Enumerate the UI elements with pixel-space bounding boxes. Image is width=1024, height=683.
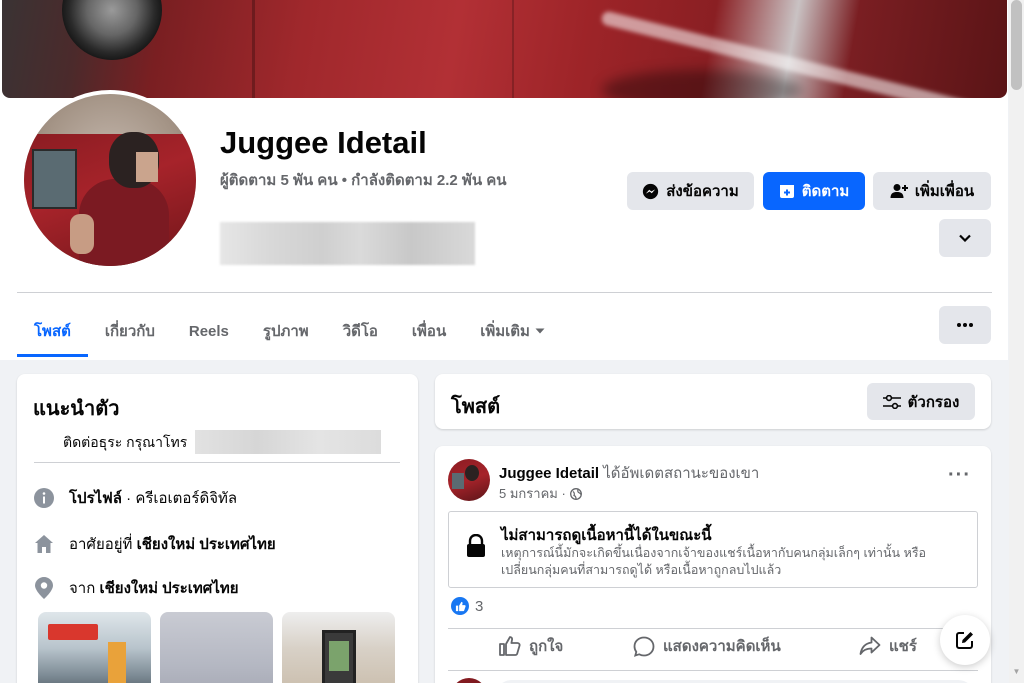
globe-icon: [569, 487, 582, 500]
posts-title: โพสต์: [451, 396, 501, 418]
more-options-button[interactable]: [939, 306, 991, 344]
featured-photo-2[interactable]: [160, 612, 273, 683]
filter-sliders-icon: [882, 394, 901, 409]
follow-button[interactable]: ติดตาม: [763, 172, 865, 210]
share-button[interactable]: แชร์: [859, 634, 917, 658]
content-unavailable-box: ไม่สามารถดูเนื้อหานี้ได้ในขณะนี้ เหตุการ…: [448, 511, 978, 588]
cover-photo[interactable]: [2, 0, 1007, 98]
post-author-line: Juggee Idetail ได้อัพเดตสถานะของเขา: [499, 465, 760, 482]
post-more-options-icon[interactable]: ···: [948, 464, 971, 487]
profile-tabs: โพสต์ เกี่ยวกับ Reels รูปภาพ วิดีโอ เพื่…: [17, 305, 562, 357]
caret-down-icon: [535, 328, 545, 334]
comment-button[interactable]: แสดงความคิดเห็น: [633, 634, 781, 658]
tab-friends[interactable]: เพื่อน: [395, 305, 463, 357]
like-button[interactable]: ถูกใจ: [499, 634, 563, 658]
intro-card: แนะนำตัว ติดต่อธุระ กรุณาโทร โปรไฟล์ · ค…: [17, 374, 418, 683]
intro-profile-row: โปรไฟล์ · ครีเอเตอร์ดิจิทัล: [33, 486, 237, 510]
unavailable-title: ไม่สามารถดูเนื้อหานี้ได้ในขณะนี้: [501, 527, 712, 544]
tab-about[interactable]: เกี่ยวกับ: [88, 305, 172, 357]
comment-bubble-icon: [633, 636, 655, 657]
tab-photos[interactable]: รูปภาพ: [246, 305, 326, 357]
compose-edit-icon: [956, 632, 973, 649]
header-divider: [17, 292, 992, 293]
post-card: Juggee Idetail ได้อัพเดตสถานะของเขา 5 มก…: [435, 446, 991, 683]
post-date[interactable]: 5 มกราคม ·: [499, 483, 582, 504]
add-friend-button[interactable]: เพิ่มเพื่อน: [873, 172, 991, 210]
scroll-down-arrow-icon[interactable]: ▼: [1011, 666, 1022, 678]
next-post-avatar: [451, 678, 487, 683]
featured-photo-3[interactable]: [282, 612, 395, 683]
tab-reels[interactable]: Reels: [172, 305, 246, 357]
intro-from-row: จาก เชียงใหม่ ประเทศไทย: [33, 576, 239, 600]
lock-icon: [467, 534, 485, 557]
info-icon: [33, 487, 55, 509]
compose-message-button[interactable]: [940, 615, 990, 665]
scrollbar-thumb[interactable]: [1011, 0, 1022, 90]
expand-button[interactable]: [939, 219, 991, 257]
intro-title: แนะนำตัว: [33, 398, 120, 420]
thumbs-up-icon: [499, 636, 521, 656]
page-scrollbar[interactable]: [1009, 0, 1024, 683]
messenger-icon: [643, 183, 659, 199]
tab-videos[interactable]: วิดีโอ: [326, 305, 395, 357]
intro-contact: ติดต่อธุระ กรุณาโทร: [63, 434, 188, 450]
featured-photo-1[interactable]: [38, 612, 151, 683]
blurred-bio: [220, 222, 475, 265]
more-dots-icon: [957, 323, 973, 327]
message-button[interactable]: ส่งข้อความ: [627, 172, 754, 210]
home-icon: [33, 533, 55, 555]
add-friend-icon: [890, 184, 908, 198]
profile-name: Juggee Idetail: [220, 125, 427, 160]
blurred-phone: [195, 430, 381, 454]
tab-more[interactable]: เพิ่มเติม: [463, 305, 562, 357]
reaction-summary[interactable]: 3: [451, 597, 483, 615]
like-reaction-icon: [451, 597, 469, 615]
filter-button[interactable]: ตัวกรอง: [867, 383, 975, 420]
location-pin-icon: [33, 577, 55, 599]
share-arrow-icon: [859, 636, 881, 655]
post-author-avatar[interactable]: [448, 459, 490, 501]
profile-avatar[interactable]: [20, 90, 200, 270]
unavailable-description: เหตุการณ์นี้มักจะเกิดขึ้นเนื่องจากเจ้าขอ…: [501, 546, 927, 577]
intro-lives-row: อาศัยอยู่ที่ เชียงใหม่ ประเทศไทย: [33, 532, 276, 556]
chevron-down-icon: [959, 234, 971, 242]
cover-wheel: [62, 0, 162, 60]
posts-header-card: โพสต์ ตัวกรอง: [435, 374, 991, 429]
tab-posts[interactable]: โพสต์: [17, 305, 88, 357]
follow-info[interactable]: ผู้ติดตาม 5 พัน คน • กำลังติดตาม 2.2 พัน…: [220, 170, 520, 191]
follow-icon: [779, 185, 794, 198]
